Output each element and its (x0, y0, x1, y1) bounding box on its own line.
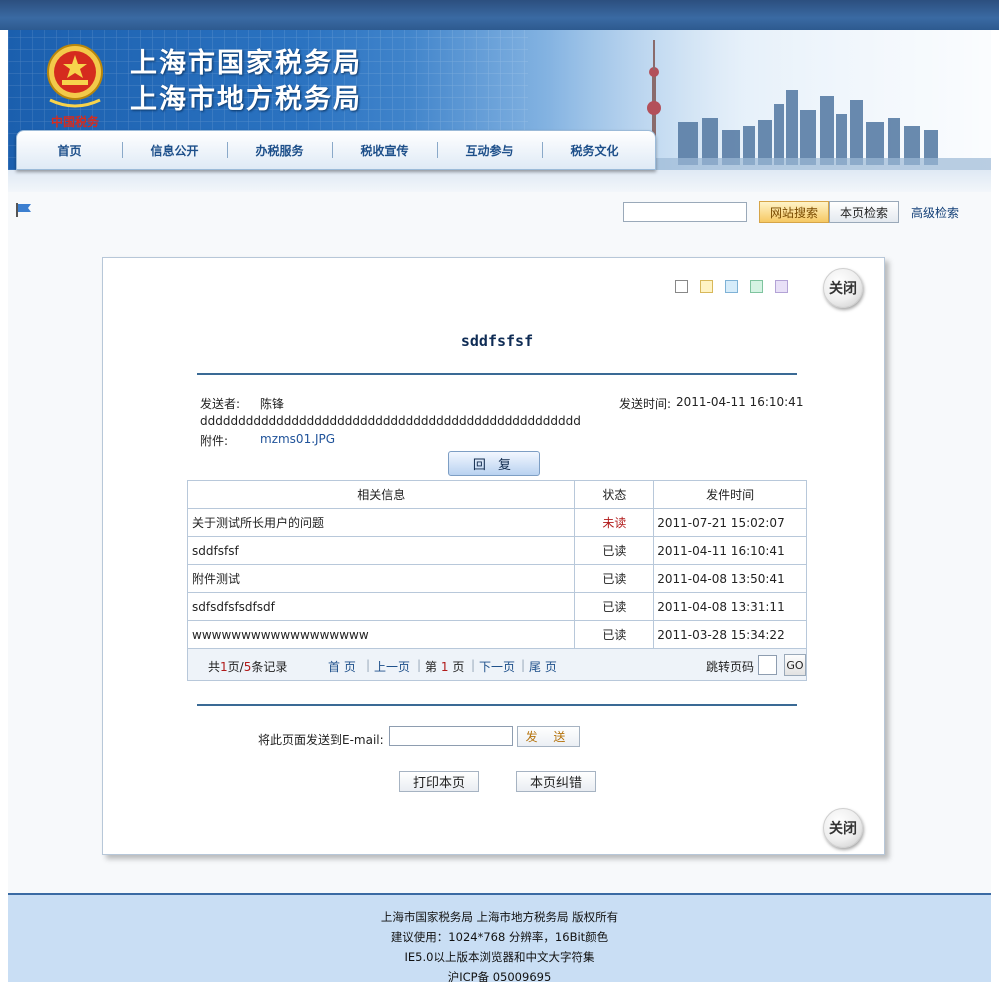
row-time: 2011-04-11 16:10:41 (653, 536, 807, 565)
main-nav: 首页 信息公开 办税服务 税收宣传 互动参与 税务文化 (16, 130, 656, 170)
table-row[interactable]: 关于测试所长用户的问题 未读 2011-07-21 15:02:07 (186, 508, 807, 537)
nav-tax-services[interactable]: 办税服务 (227, 141, 332, 159)
page-footer: 上海市国家税务局 上海市地方税务局 版权所有 建议使用：1024*768 分辨率… (8, 893, 991, 982)
close-button-bottom[interactable]: 关闭 (823, 808, 863, 848)
print-button[interactable]: 打印本页 (399, 771, 479, 792)
message-title: sddfsfsf (460, 332, 534, 350)
flag-icon (16, 203, 31, 217)
column-header-subject: 相关信息 (186, 480, 576, 509)
pager-separator: | (417, 658, 422, 672)
table-row[interactable]: 附件测试 已读 2011-04-08 13:50:41 (186, 564, 807, 593)
related-messages-table: 相关信息 状态 发件时间 关于测试所长用户的问题 未读 2011-07-21 1… (186, 480, 807, 649)
nav-shadow-strip (8, 170, 991, 192)
row-status: 已读 (574, 564, 655, 593)
row-status: 已读 (574, 592, 655, 621)
sender-name: 陈锋 (260, 397, 285, 411)
theme-swatch-green[interactable] (750, 280, 763, 293)
theme-swatch-purple[interactable] (775, 280, 788, 293)
tax-emblem-icon: 中国税务 (47, 44, 103, 129)
nav-info-disclosure[interactable]: 信息公开 (122, 141, 227, 159)
page-search-button[interactable]: 本页检索 (829, 201, 899, 223)
table-row[interactable]: wwwwwwwwwwwwwwwwww 已读 2011-03-28 15:34:2… (186, 620, 807, 649)
table-row[interactable]: sddfsfsf 已读 2011-04-11 16:10:41 (186, 536, 807, 565)
row-time: 2011-07-21 15:02:07 (653, 508, 807, 537)
send-time-label: 发送时间: (619, 397, 672, 411)
footer-resolution-tip: 建议使用：1024*768 分辨率，16Bit颜色 (390, 930, 609, 944)
row-subject[interactable]: sdfsdfsfsdfsdf (186, 592, 576, 621)
attachment-link[interactable]: mzms01.JPG (260, 432, 335, 446)
site-title: 上海市国家税务局 上海市地方税务局 (130, 46, 362, 118)
jump-page-input[interactable] (758, 655, 777, 675)
footer-divider (197, 704, 797, 706)
column-header-status: 状态 (574, 480, 655, 509)
nav-home[interactable]: 首页 (17, 142, 122, 159)
row-subject[interactable]: wwwwwwwwwwwwwwwwww (186, 620, 576, 649)
column-header-time: 发件时间 (653, 480, 807, 509)
row-status: 已读 (574, 536, 655, 565)
site-title-line1: 上海市国家税务局 (130, 48, 362, 79)
report-error-button[interactable]: 本页纠错 (516, 771, 596, 792)
message-body: dddddddddddddddddddddddddddddddddddddddd… (200, 414, 581, 428)
reply-button[interactable]: 回 复 (448, 451, 540, 476)
row-subject[interactable]: 附件测试 (186, 564, 576, 593)
pager-separator: | (471, 658, 476, 672)
jump-page-label: 跳转页码 (706, 660, 755, 674)
row-time: 2011-04-08 13:31:11 (653, 592, 807, 621)
record-summary: 共1页/5条记录 (208, 660, 288, 674)
footer-copyright: 上海市国家税务局 上海市地方税务局 版权所有 (380, 910, 619, 924)
row-status: 已读 (574, 620, 655, 649)
email-label: 将此页面发送到E-mail: (258, 733, 384, 747)
row-time: 2011-04-08 13:50:41 (653, 564, 807, 593)
nav-tax-publicity[interactable]: 税收宣传 (332, 141, 437, 159)
theme-swatch-white[interactable] (675, 280, 688, 293)
theme-swatch-blue[interactable] (725, 280, 738, 293)
pager-separator: | (366, 658, 371, 672)
footer-icp: 沪ICP备 05009695 (447, 970, 552, 982)
site-search-button[interactable]: 网站搜索 (759, 201, 829, 223)
prev-page-link[interactable]: 上一页 (374, 658, 410, 675)
emblem-caption: 中国税务 (51, 114, 100, 129)
site-title-line2: 上海市地方税务局 (130, 84, 362, 115)
nav-tax-culture[interactable]: 税务文化 (542, 141, 647, 159)
email-input[interactable] (389, 726, 513, 746)
table-row[interactable]: sdfsdfsfsdfsdf 已读 2011-04-08 13:31:11 (186, 592, 807, 621)
pager-separator: | (521, 658, 526, 672)
site-search-input[interactable] (623, 202, 747, 222)
row-subject[interactable]: sddfsfsf (186, 536, 576, 565)
row-subject[interactable]: 关于测试所长用户的问题 (186, 508, 576, 537)
sender-label: 发送者: (200, 397, 241, 411)
attachment-label: 附件: (200, 434, 229, 448)
pagination-bar: 共1页/5条记录 首 页 | 上一页 | 第 1 页 | 下一页 | 尾 页 跳… (187, 649, 807, 681)
title-divider (197, 373, 797, 375)
table-header-row: 相关信息 状态 发件时间 (186, 480, 807, 509)
theme-swatch-yellow[interactable] (700, 280, 713, 293)
first-page-link[interactable]: 首 页 (328, 658, 356, 675)
browser-top-bar (0, 0, 999, 30)
close-button-top[interactable]: 关闭 (823, 268, 863, 308)
send-time-value: 2011-04-11 16:10:41 (676, 395, 804, 409)
send-button[interactable]: 发 送 (517, 726, 580, 747)
current-page-indicator: 第 1 页 (425, 660, 465, 674)
next-page-link[interactable]: 下一页 (479, 658, 515, 675)
last-page-link[interactable]: 尾 页 (529, 658, 557, 675)
nav-interaction[interactable]: 互动参与 (437, 141, 542, 159)
advanced-search-link[interactable]: 高级检索 (911, 204, 959, 221)
row-time: 2011-03-28 15:34:22 (653, 620, 807, 649)
go-button[interactable]: GO (784, 654, 806, 676)
footer-browser-tip: IE5.0以上版本浏览器和中文大字符集 (404, 950, 595, 964)
row-status: 未读 (574, 508, 655, 537)
